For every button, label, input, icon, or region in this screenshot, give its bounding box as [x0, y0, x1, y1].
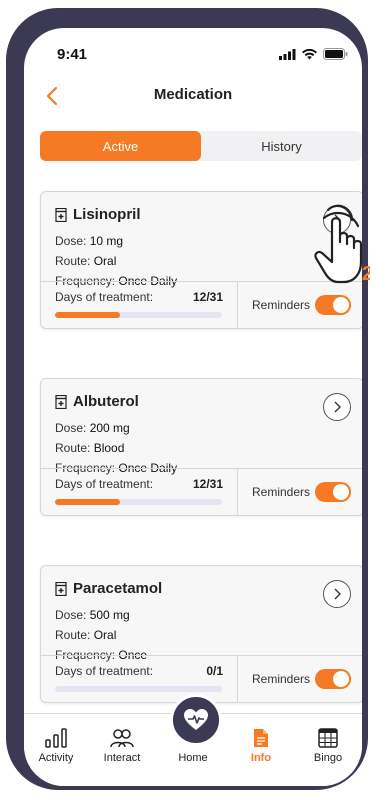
activity-chart-icon: [45, 728, 67, 748]
days-of-treatment: Days of treatment: 0/1: [41, 656, 238, 702]
tap-hand-icon: 2: [294, 202, 373, 302]
tab-label: Activity: [38, 752, 74, 764]
reminders-label: Reminders: [252, 485, 311, 499]
medicine-bottle-icon: [55, 207, 67, 222]
dose-label: Dose:: [55, 421, 87, 435]
toggle-knob: [333, 484, 349, 500]
route-label: Route:: [55, 628, 91, 642]
medication-title: Paracetamol: [55, 580, 162, 597]
days-label: Days of treatment:: [55, 664, 154, 678]
chevron-right-icon: [334, 588, 341, 600]
dose-line: Dose: 500 mg: [55, 608, 130, 622]
dose-value: 10 mg: [89, 234, 124, 248]
tab-info[interactable]: Info: [229, 728, 293, 764]
reminders-row: Reminders: [238, 656, 362, 702]
days-count: 12/31: [192, 477, 223, 491]
tab-home[interactable]: Home: [161, 694, 225, 764]
days-of-treatment: Days of treatment: 12/31: [41, 469, 238, 515]
medicine-bottle-icon: [55, 581, 67, 596]
tab-label: Info: [250, 752, 272, 764]
medication-card[interactable]: Albuterol Dose: 200 mg Route: Blood Freq…: [40, 378, 362, 516]
card-footer: Days of treatment: 12/31 Reminders: [41, 468, 362, 515]
route-line: Route: Oral: [55, 254, 116, 268]
treatment-progress-track: [55, 686, 222, 692]
route-value: Oral: [93, 254, 117, 268]
tab-bingo[interactable]: Bingo: [296, 728, 360, 764]
screen: 9:41 Medication Active History Lisinopri…: [24, 28, 362, 786]
reminders-row: Reminders: [238, 469, 362, 515]
dose-label: Dose:: [55, 234, 87, 248]
route-label: Route:: [55, 441, 91, 455]
medication-title: Albuterol: [55, 393, 139, 410]
document-icon: [254, 729, 268, 747]
route-value: Oral: [93, 628, 117, 642]
medication-title: Lisinopril: [55, 206, 141, 223]
treatment-progress-fill: [55, 499, 121, 505]
tab-activity[interactable]: Activity: [24, 728, 88, 764]
route-line: Route: Oral: [55, 628, 116, 642]
dose-value: 200 mg: [89, 421, 130, 435]
medication-name: Paracetamol: [73, 580, 163, 597]
medication-name: Lisinopril: [73, 206, 141, 223]
home-button[interactable]: [170, 694, 222, 746]
dose-value: 500 mg: [89, 608, 130, 622]
tutorial-step-number: 2: [362, 263, 370, 285]
reminders-toggle[interactable]: [315, 669, 351, 689]
reminders-label: Reminders: [252, 672, 311, 686]
days-of-treatment: Days of treatment: 12/31: [41, 282, 238, 328]
days-count: 12/31: [192, 290, 223, 304]
medication-list: Lisinopril Dose: 10 mg Route: Oral Frequ…: [24, 28, 362, 786]
people-icon: [110, 729, 134, 748]
chevron-right-icon: [334, 401, 341, 413]
toggle-knob: [333, 671, 349, 687]
dose-label: Dose:: [55, 608, 87, 622]
heart-pulse-icon: [184, 709, 208, 730]
treatment-progress-fill: [55, 312, 121, 318]
medication-card[interactable]: Paracetamol Dose: 500 mg Route: Oral Fre…: [40, 565, 362, 703]
treatment-progress-track: [55, 312, 222, 318]
details-button[interactable]: [323, 393, 351, 421]
tab-label: Bingo: [313, 752, 343, 764]
medication-name: Albuterol: [73, 393, 139, 410]
route-label: Route:: [55, 254, 91, 268]
phone-frame: 9:41 Medication Active History Lisinopri…: [6, 8, 368, 790]
treatment-progress-track: [55, 499, 222, 505]
medicine-bottle-icon: [55, 394, 67, 409]
dose-line: Dose: 10 mg: [55, 234, 123, 248]
tab-label: Home: [178, 752, 208, 764]
bingo-card-icon: [318, 728, 338, 748]
days-label: Days of treatment:: [55, 477, 154, 491]
days-label: Days of treatment:: [55, 290, 154, 304]
days-count: 0/1: [206, 664, 223, 678]
details-button[interactable]: [323, 580, 351, 608]
tab-label: Interact: [103, 752, 141, 764]
route-value: Blood: [93, 441, 125, 455]
tab-interact[interactable]: Interact: [90, 728, 154, 764]
tab-bar: Activity Interact Home Info Bingo: [24, 694, 362, 786]
dose-line: Dose: 200 mg: [55, 421, 130, 435]
route-line: Route: Blood: [55, 441, 124, 455]
reminders-toggle[interactable]: [315, 482, 351, 502]
